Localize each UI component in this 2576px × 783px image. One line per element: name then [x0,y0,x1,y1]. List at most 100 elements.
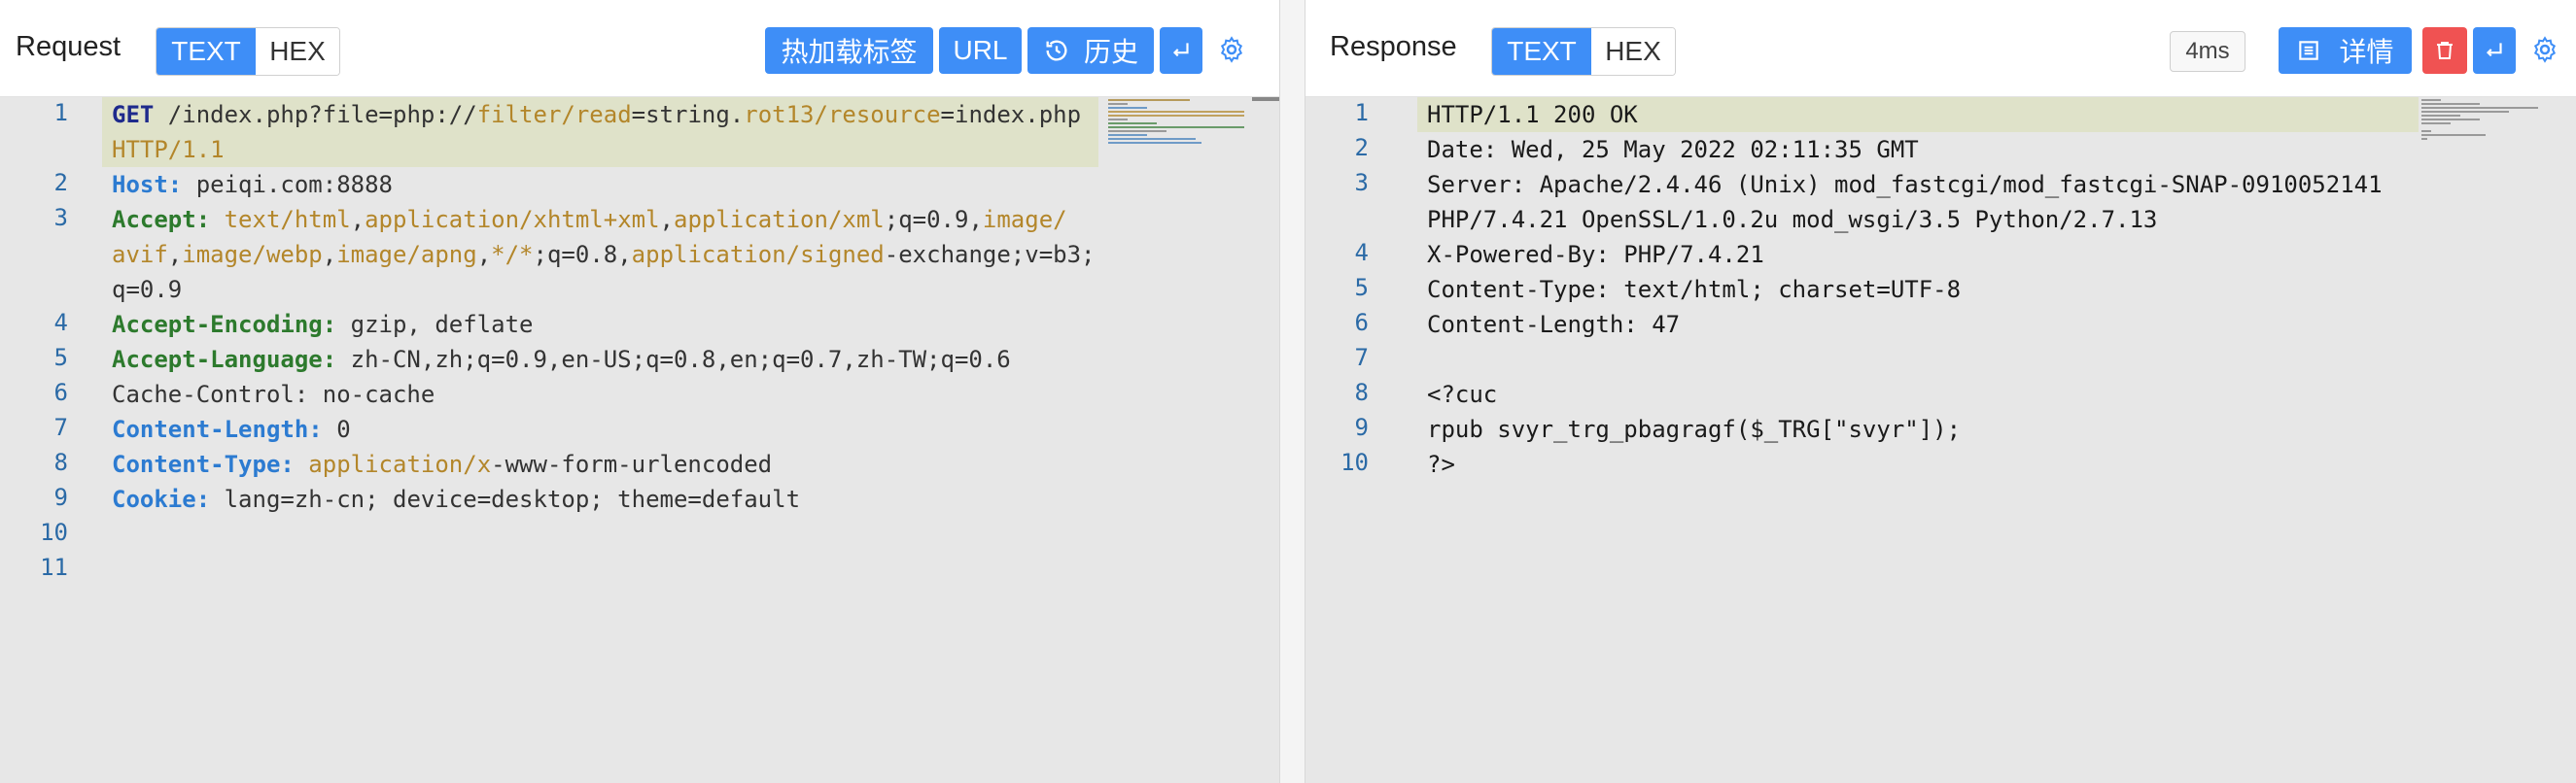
url-button[interactable]: URL [939,27,1022,74]
code-line: q=0.9 [112,272,182,307]
line-number: 10 [1340,449,1369,476]
code-token: lang=zh-cn; device=desktop; theme=defaul… [210,486,801,513]
code-token: image/webp [182,241,323,268]
code-line: X-Powered-By: PHP/7.4.21 [1427,241,1764,268]
code-token: application/x [308,451,492,478]
line-number: 6 [1354,309,1369,336]
return-arrow-icon [1172,43,1189,57]
line-number: 6 [53,379,68,406]
code-line: rpub svyr_trg_pbagragf($_TRG["svyr"]); [1427,416,1962,443]
response-editor[interactable]: 1 HTTP/1.1 200 OK 2 Date: Wed, 25 May 2022 … [1305,97,2576,783]
hot-reload-tags-button[interactable]: 热加载标签 [765,27,933,74]
history-button[interactable]: 历史 [1027,27,1154,74]
response-title: Response [1330,31,1457,62]
code-token: gzip, deflate [336,311,534,338]
line-number: 7 [1354,344,1369,371]
gear-icon[interactable] [2530,35,2559,64]
code-token: , [322,241,337,268]
request-pane: Request TEXT HEX 热加载标签 URL 历史 1 GET /ind… [0,0,1279,783]
code-line: GET /index.php?file=php://filter/read=st… [112,97,1081,132]
code-line: Content-Type: application/x-www-form-url… [112,447,772,482]
code-line: avif,image/webp,image/apng,*/*;q=0.8,app… [112,237,1096,272]
gear-icon[interactable] [1217,35,1246,64]
code-token: -www-form-urlencoded [491,451,773,478]
response-pane: Response TEXT HEX 4ms 详情 1 HTTP/1.1 200 … [1305,0,2576,783]
code-token: Accept-Encoding: [112,311,337,338]
code-line: Accept-Language: zh-CN,zh;q=0.9,en-US;q=… [112,342,1011,377]
line-number: 5 [53,344,68,371]
line-number: 7 [53,414,68,441]
code-token: Cookie: [112,486,211,513]
request-mode-toggle: TEXT HEX [156,27,340,76]
code-token: peiqi.com:8888 [182,171,393,198]
return-arrow-icon [2486,43,2502,57]
line-number: 11 [40,554,68,581]
code-token: HTTP/1.1 [112,136,225,163]
list-icon [2299,41,2319,60]
detail-button[interactable]: 详情 [2279,27,2412,74]
response-time-badge: 4ms [2170,31,2245,72]
request-hex-mode-button[interactable]: HEX [256,28,339,75]
code-token: 0 [322,416,351,443]
pane-divider[interactable] [1279,0,1305,783]
code-token: , [659,206,674,233]
code-token: =string. [631,101,745,128]
clock-rotate-icon [1046,40,1067,61]
code-token: Content-Length: [112,416,323,443]
code-token: Host: [112,171,183,198]
code-line: Content-Type: text/html; charset=UTF-8 [1427,276,1962,303]
code-line: <?cuc [1427,381,1498,408]
line-number: 4 [53,309,68,336]
history-button-label: 历史 [1083,37,1138,67]
code-token: zh-CN,zh;q=0.9,en-US;q=0.8,en;q=0.7,zh-T… [336,346,1011,373]
code-token: Accept: [112,206,211,233]
request-wrap-button[interactable] [1160,27,1202,74]
code-line: ?> [1427,451,1455,478]
code-token: -exchange;v=b3; [884,241,1096,268]
code-line: Server: Apache/2.4.46 (Unix) mod_fastcgi… [1427,171,2383,198]
code-token: application/xhtml+xml [365,206,660,233]
detail-button-label: 详情 [2339,37,2394,67]
code-token: avif [112,241,168,268]
line-number: 3 [53,204,68,231]
response-toolbar: Response TEXT HEX 4ms 详情 [1305,0,2576,97]
code-line: Accept-Encoding: gzip, deflate [112,307,533,342]
code-token: application/signed [631,241,885,268]
line-number: 10 [40,519,68,546]
code-line: Accept: text/html,application/xhtml+xml,… [112,202,1067,237]
code-token: */* [491,241,534,268]
response-hex-mode-button[interactable]: HEX [1591,28,1675,75]
code-token: , [476,241,492,268]
line-number: 4 [1354,239,1369,266]
request-title: Request [16,31,122,62]
request-editor[interactable]: 1 GET /index.php?file=php://filter/read=s… [0,97,1279,783]
code-line: PHP/7.4.21 OpenSSL/1.0.2u mod_wsgi/3.5 P… [1427,206,2158,233]
line-number: 9 [53,484,68,511]
code-token: GET [112,101,155,128]
response-wrap-button[interactable] [2473,27,2516,74]
code-line: Cache-Control: no-cache [112,377,435,412]
code-token: =index.php [940,101,1082,128]
code-line: HTTP/1.1 200 OK [1427,101,1638,128]
line-number: 8 [53,449,68,476]
line-number: 1 [53,99,68,126]
response-text-mode-button[interactable]: TEXT [1492,28,1591,75]
code-token: , [350,206,366,233]
request-text-mode-button[interactable]: TEXT [157,28,256,75]
code-line: Date: Wed, 25 May 2022 02:11:35 GMT [1427,136,1919,163]
line-number: 5 [1354,274,1369,301]
code-line: HTTP/1.1 [112,132,225,167]
code-token: ;q=0.8, [533,241,632,268]
code-line: Content-Length: 0 [112,412,351,447]
code-token: image/ [982,206,1067,233]
line-number: 3 [1354,169,1369,196]
line-number: 2 [53,169,68,196]
request-toolbar: Request TEXT HEX 热加载标签 URL 历史 [0,0,1279,97]
line-number: 8 [1354,379,1369,406]
code-token: Content-Type: [112,451,295,478]
line-number: 2 [1354,134,1369,161]
line-number: 1 [1354,99,1369,126]
code-token: q=0.9 [112,276,183,303]
delete-button[interactable] [2422,27,2467,74]
